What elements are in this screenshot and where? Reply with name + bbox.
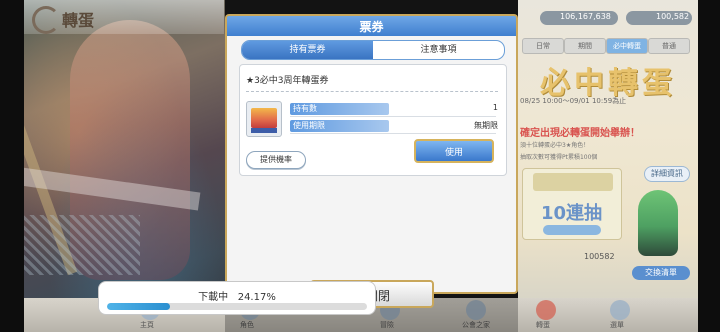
ticket-art-band [251, 128, 277, 133]
tab-owned-tickets[interactable]: 持有票券 [242, 41, 373, 59]
dialog-title: 票券 [359, 20, 384, 34]
odds-button[interactable]: 提供機率 [246, 151, 306, 169]
nav-menu-icon[interactable] [610, 300, 630, 320]
points-count: 100582 [584, 252, 615, 261]
row-divider [290, 116, 496, 117]
card-header-strip [533, 173, 613, 191]
price-pill [543, 225, 601, 235]
lace-illustration [20, 215, 140, 275]
ticket-name: ★3必中3周年轉蛋券 [246, 76, 329, 86]
card-divider [246, 91, 498, 92]
nav-home-label: 主頁 [140, 321, 154, 329]
screen-right-edge [698, 0, 720, 332]
mascot-illustration [638, 190, 678, 256]
ticket-tabs: 持有票券 注意事項 [241, 40, 505, 60]
tab-notes[interactable]: 注意事項 [373, 41, 504, 59]
dialog-header: 票券 [225, 14, 518, 36]
gacha-ten-pull-button[interactable]: 10連抽 [522, 168, 622, 240]
tab-daily[interactable]: 日常 [522, 38, 564, 54]
ticket-art [251, 108, 277, 128]
banner-description-2: 抽取次數可獲得Pt累積100個 [520, 154, 598, 161]
ticket-dialog: 票券 持有票券 注意事項 ★3必中3周年轉蛋券 持有數 1 使用期限 無期限 提… [225, 14, 518, 294]
owned-count-value: 1 [492, 103, 498, 112]
back-swirl-icon[interactable] [32, 6, 60, 34]
banner-date: 08/25 10:00〜09/01 10:59為止 [520, 97, 627, 105]
nav-gacha-label: 轉蛋 [536, 321, 550, 329]
currency-value: 106,167,638 [560, 12, 611, 21]
tab-guaranteed[interactable]: 必中轉蛋 [606, 38, 648, 54]
row-divider [290, 133, 496, 134]
banner-notice: 確定出現必轉蛋開始舉辦！ [520, 128, 640, 139]
tab-normal[interactable]: 普通 [648, 38, 690, 54]
download-label: 下載中 [198, 292, 229, 303]
banner-description: 須十位轉蛋必中3★角色！ [520, 142, 590, 149]
game-screen: 轉蛋 106,167,638 100,582 日常 期間 必中轉蛋 普通 必中轉… [0, 0, 720, 332]
download-progress-panel: 下載中 24.17% [98, 281, 376, 315]
detail-button[interactable]: 詳細資訊 [644, 166, 690, 182]
jewel-value: 100,582 [656, 12, 690, 21]
tab-limited[interactable]: 期間 [564, 38, 606, 54]
nav-gacha-icon[interactable] [536, 300, 556, 320]
ticket-card: ★3必中3周年轉蛋券 持有數 1 使用期限 無期限 提供機率 使用 [239, 64, 507, 176]
exchange-list-button[interactable]: 交換清單 [632, 266, 690, 280]
page-title: 轉蛋 [62, 11, 95, 30]
download-status: 下載中 24.17% [99, 288, 375, 303]
expiry-label: 使用期限 [290, 120, 389, 132]
download-percent: 24.17% [237, 292, 276, 303]
screen-left-edge [0, 0, 24, 332]
gacha-tabs: 日常 期間 必中轉蛋 普通 [518, 38, 698, 54]
use-button[interactable]: 使用 [414, 139, 494, 163]
dialog-body: 持有票券 注意事項 ★3必中3周年轉蛋券 持有數 1 使用期限 無期限 提供機率… [225, 36, 518, 294]
expiry-value: 無期限 [474, 121, 498, 130]
gacha-ticket-icon [246, 101, 282, 137]
nav-menu-label: 選單 [610, 321, 624, 329]
download-progress-fill [107, 303, 170, 310]
owned-count-label: 持有數 [290, 103, 389, 115]
download-progress-track [107, 303, 367, 310]
ten-pull-label: 10連抽 [541, 203, 603, 224]
